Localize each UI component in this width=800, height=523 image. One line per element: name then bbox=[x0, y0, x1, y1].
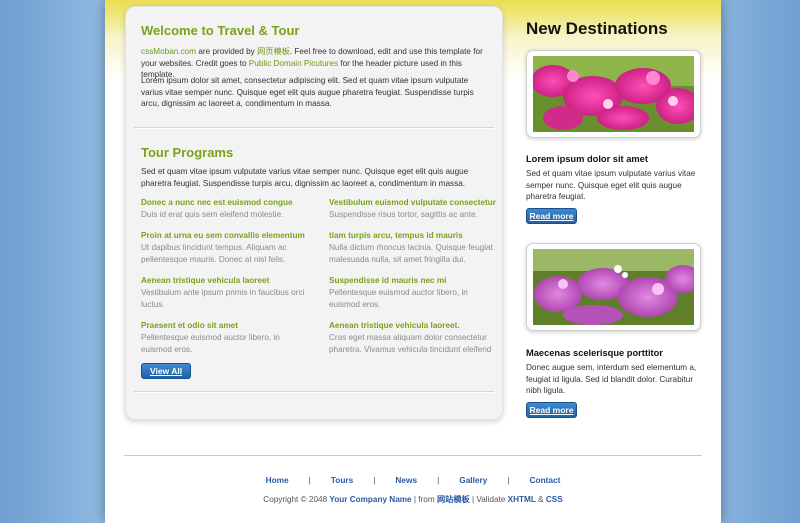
nav-separator: | bbox=[437, 475, 440, 485]
footer-link-tours[interactable]: Tours bbox=[331, 475, 353, 485]
program-item: Praesent et odio sit amet Pellentesque e… bbox=[141, 320, 311, 355]
xhtml-link[interactable]: XHTML bbox=[508, 495, 536, 504]
destination-text: Donec augue sem, interdum sed elementum … bbox=[526, 363, 697, 395]
intro-text-1: are provided by bbox=[196, 47, 258, 56]
flowers-photo[interactable] bbox=[533, 249, 694, 325]
program-desc: Pellentesque euismod auctor libero, in e… bbox=[329, 288, 468, 309]
program-item: Vestibulum euismod vulputate consectetur… bbox=[329, 197, 499, 221]
program-desc: Vestibulum ante ipsum primis in faucibus… bbox=[141, 288, 305, 309]
destination-text: Sed et quam vitae ipsum vulputate varius… bbox=[526, 169, 696, 201]
nav-separator: | bbox=[373, 475, 376, 485]
program-desc: Suspendisse risus tortor, sagittis ac an… bbox=[329, 210, 478, 219]
footer-link-home[interactable]: Home bbox=[266, 475, 289, 485]
program-item: Aenean tristique vehicula laoreet. Cras … bbox=[329, 320, 499, 355]
section-divider bbox=[134, 391, 494, 393]
company-name-link[interactable]: Your Company Name bbox=[329, 495, 411, 504]
copyright-line: Copyright © 2048 Your Company Name | fro… bbox=[105, 493, 721, 505]
flowers-photo[interactable] bbox=[533, 56, 694, 132]
welcome-lorem-paragraph: Lorem ipsum dolor sit amet, consectetur … bbox=[141, 76, 474, 108]
program-desc: Nulla dictum rhoncus lacinia. Quisque fe… bbox=[329, 243, 493, 264]
program-title[interactable]: Aenean tristique vehicula laoreet. bbox=[329, 320, 499, 331]
new-destinations-heading: New Destinations bbox=[526, 19, 668, 38]
destination-title[interactable]: Lorem ipsum dolor sit amet bbox=[526, 154, 648, 164]
program-desc: Duis id erat quis sem eleifend molestie. bbox=[141, 210, 284, 219]
program-item: Donec a nunc nec est euismod congue Duis… bbox=[141, 197, 311, 221]
purple-bougainvillea-image bbox=[533, 249, 694, 325]
program-item: Aenean tristique vehicula laoreet Vestib… bbox=[141, 275, 311, 310]
copyright-prefix: Copyright © 2048 bbox=[263, 495, 330, 504]
program-title[interactable]: Aenean tristique vehicula laoreet bbox=[141, 275, 311, 286]
tour-programs-heading: Tour Programs bbox=[141, 145, 234, 160]
destination-photo-frame bbox=[526, 50, 701, 138]
view-all-button[interactable]: View All bbox=[141, 363, 191, 379]
program-title[interactable]: Suspendisse id mauris nec mi bbox=[329, 275, 499, 286]
from-link[interactable]: 网站模板 bbox=[437, 495, 470, 504]
read-more-button[interactable]: Read more bbox=[526, 402, 577, 418]
css-link[interactable]: CSS bbox=[546, 495, 563, 504]
validate-text: | Validate bbox=[469, 495, 508, 504]
nav-separator: | bbox=[507, 475, 510, 485]
program-item: Proin at urna eu sem convallis elementum… bbox=[141, 230, 311, 265]
program-desc: Ut dapibus tincidunt tempus. Aliquam ac … bbox=[141, 243, 287, 264]
destination-title[interactable]: Maecenas scelerisque porttitor bbox=[526, 348, 663, 358]
footer-link-gallery[interactable]: Gallery bbox=[459, 475, 487, 485]
section-divider bbox=[134, 127, 494, 129]
footer-link-news[interactable]: News bbox=[395, 475, 417, 485]
program-item: Suspendisse id mauris nec mi Pellentesqu… bbox=[329, 275, 499, 310]
ampersand: & bbox=[535, 495, 546, 504]
program-desc: Pellentesque euismod auctor libero, in e… bbox=[141, 333, 280, 354]
destination-photo-frame bbox=[526, 243, 701, 331]
public-domain-pictures-link[interactable]: Public Domain Picutures bbox=[249, 59, 338, 68]
pink-bougainvillea-image bbox=[533, 56, 694, 132]
welcome-heading: Welcome to Travel & Tour bbox=[141, 23, 300, 38]
program-desc: Cras eget massa aliquam dolor consectetu… bbox=[329, 333, 492, 354]
cssmoban-link[interactable]: cssMoban.com bbox=[141, 47, 196, 56]
program-title[interactable]: tiam turpis arcu, tempus id mauris bbox=[329, 230, 499, 241]
program-title[interactable]: Praesent et odio sit amet bbox=[141, 320, 311, 331]
footer-link-contact[interactable]: Contact bbox=[530, 475, 561, 485]
main-content-panel: Welcome to Travel & Tour cssMoban.com ar… bbox=[125, 6, 503, 420]
nav-separator: | bbox=[308, 475, 311, 485]
from-text: | from bbox=[411, 495, 437, 504]
footer-nav: Home | Tours | News | Gallery | Contact bbox=[105, 475, 721, 485]
program-title[interactable]: Donec a nunc nec est euismod congue bbox=[141, 197, 311, 208]
template-provider-link[interactable]: 网页模板 bbox=[257, 47, 290, 56]
tour-programs-paragraph: Sed et quam vitae ipsum vulputate varius… bbox=[141, 167, 469, 188]
page-wrapper: Welcome to Travel & Tour cssMoban.com ar… bbox=[105, 0, 721, 523]
program-title[interactable]: Proin at urna eu sem convallis elementum bbox=[141, 230, 311, 241]
program-title[interactable]: Vestibulum euismod vulputate consectetur bbox=[329, 197, 499, 208]
footer-divider bbox=[124, 455, 702, 456]
program-item: tiam turpis arcu, tempus id mauris Nulla… bbox=[329, 230, 499, 265]
read-more-button[interactable]: Read more bbox=[526, 208, 577, 224]
